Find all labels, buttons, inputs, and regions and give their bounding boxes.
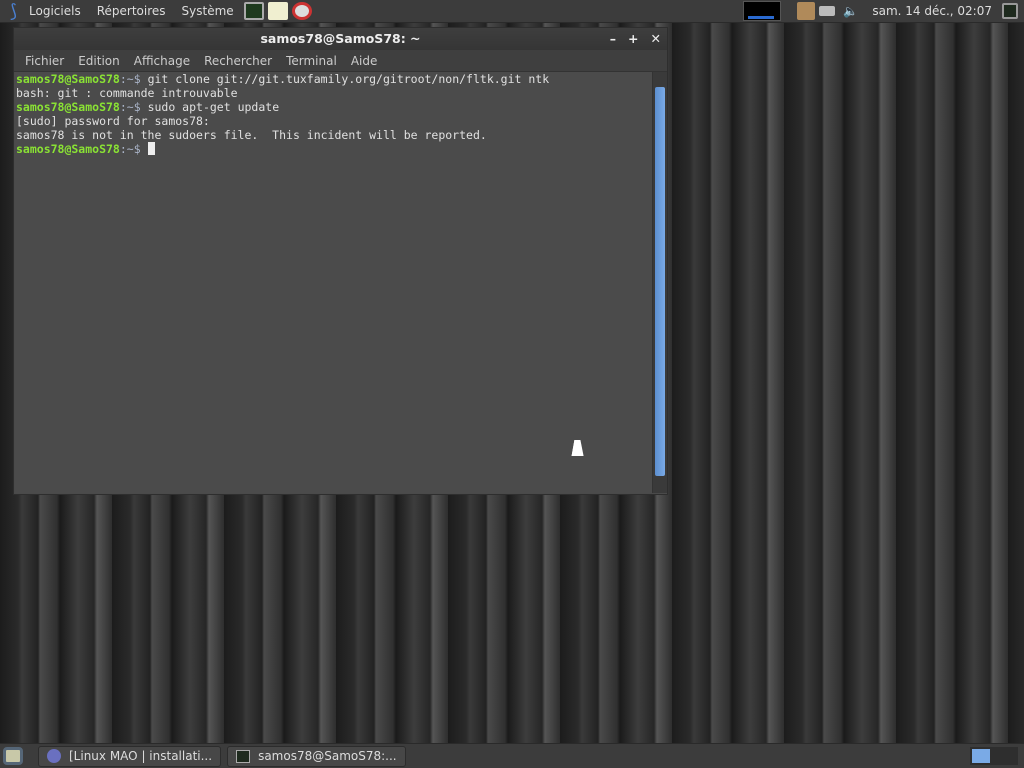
workspace-switcher[interactable] <box>970 747 1018 765</box>
menu-aide[interactable]: Aide <box>344 54 385 68</box>
bottom-panel: [Linux MAO | installati... samos78@SamoS… <box>0 743 1024 768</box>
prompt-path: :~$ <box>119 72 141 86</box>
menu-applications[interactable]: Logiciels <box>21 4 89 18</box>
menu-affichage[interactable]: Affichage <box>127 54 197 68</box>
taskbar-item-browser[interactable]: [Linux MAO | installati... <box>38 745 222 767</box>
menu-rechercher[interactable]: Rechercher <box>197 54 279 68</box>
network-icon[interactable] <box>819 6 836 16</box>
browser-icon <box>47 749 61 763</box>
menu-edition[interactable]: Edition <box>71 54 127 68</box>
terminal-line: samos78@SamoS78:~$ <box>16 142 651 156</box>
terminal-line: samos78@SamoS78:~$ git clone git://git.t… <box>16 72 651 86</box>
prompt-user: samos78@SamoS78 <box>16 100 120 114</box>
distro-logo-icon[interactable]: ⟆ <box>0 1 21 22</box>
menu-fichier[interactable]: Fichier <box>18 54 71 68</box>
command-text: sudo apt-get update <box>140 100 280 114</box>
task-label: [Linux MAO | installati... <box>69 749 213 763</box>
show-desktop-button[interactable] <box>3 747 23 765</box>
prompt-user: samos78@SamoS78 <box>16 142 120 156</box>
maximize-button[interactable]: + <box>628 28 638 50</box>
window-titlebar[interactable]: samos78@SamoS78: ~ – + ✕ <box>14 28 667 50</box>
menu-places[interactable]: Répertoires <box>89 4 174 18</box>
text-cursor <box>147 142 155 155</box>
terminal-line: samos78@SamoS78:~$ sudo apt-get update <box>16 100 651 114</box>
prompt-path: :~$ <box>119 100 141 114</box>
menu-system[interactable]: Système <box>174 4 242 18</box>
taskbar-item-terminal[interactable]: samos78@SamoS78:... <box>227 745 406 767</box>
minimize-button[interactable]: – <box>610 28 616 50</box>
terminal-window: samos78@SamoS78: ~ – + ✕ Fichier Edition… <box>13 27 668 495</box>
terminal-tray-icon[interactable] <box>1002 3 1018 19</box>
top-panel: ⟆ Logiciels Répertoires Système 🔈 sam. 1… <box>0 0 1024 23</box>
window-title: samos78@SamoS78: ~ <box>260 31 421 46</box>
media-launcher-icon[interactable] <box>291 2 312 20</box>
clock[interactable]: sam. 14 déc., 02:07 <box>864 4 1000 18</box>
command-text <box>141 142 148 156</box>
prompt-path: :~$ <box>119 142 141 156</box>
text-editor-launcher-icon[interactable] <box>267 2 288 20</box>
terminal-line: [sudo] password for samos78: <box>16 114 210 128</box>
terminal-line: samos78 is not in the sudoers file. This… <box>16 128 487 142</box>
task-label: samos78@SamoS78:... <box>258 749 397 763</box>
scrollbar-thumb[interactable] <box>655 87 665 476</box>
terminal-launcher-icon[interactable] <box>243 2 264 20</box>
system-monitor-graph[interactable] <box>743 1 782 21</box>
command-text: git clone git://git.tuxfamily.org/gitroo… <box>140 72 550 86</box>
volume-icon[interactable]: 🔈 <box>837 4 864 18</box>
clipboard-icon[interactable] <box>797 2 816 20</box>
menu-terminal[interactable]: Terminal <box>279 54 344 68</box>
terminal-icon <box>236 749 251 763</box>
menu-bar: Fichier Edition Affichage Rechercher Ter… <box>14 50 667 72</box>
terminal-line: bash: git : commande introuvable <box>16 86 238 100</box>
terminal-output[interactable]: samos78@SamoS78:~$ git clone git://git.t… <box>15 72 652 493</box>
prompt-user: samos78@SamoS78 <box>16 72 120 86</box>
scrollbar[interactable] <box>652 72 667 493</box>
close-button[interactable]: ✕ <box>651 28 661 50</box>
